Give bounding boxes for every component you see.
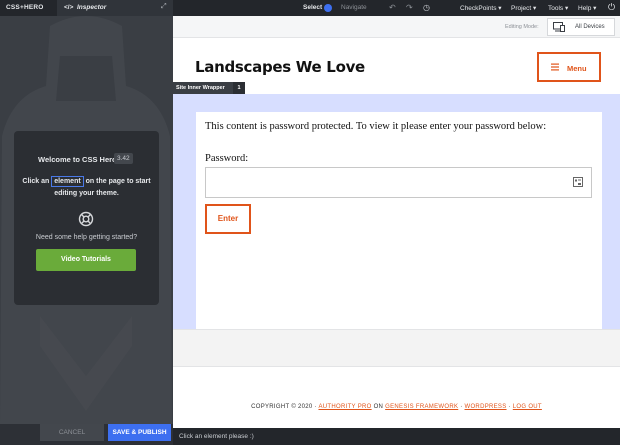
- device-selector[interactable]: All Devices: [547, 18, 615, 36]
- device-label: All Devices: [575, 24, 605, 30]
- status-bar: Click an element please :): [173, 428, 620, 445]
- menu-checkpoints[interactable]: CheckPoints ▾: [460, 4, 502, 12]
- welcome-title: Welcome to CSS Hero: [38, 155, 117, 164]
- menu-button-label: Menu: [567, 64, 587, 73]
- content-area: This content is password protected. To v…: [196, 112, 602, 329]
- editing-mode-bar: Editing Mode: All Devices: [173, 16, 620, 38]
- video-tutorials-button[interactable]: Video Tutorials: [36, 249, 136, 271]
- enter-button[interactable]: Enter: [205, 204, 251, 234]
- top-toolbar: CSS+HERO </> Inspector ⤢ Select Navigate…: [0, 0, 620, 16]
- instruction-line-1: Click an element on the page to start: [22, 176, 151, 187]
- footer-widgets-area: [173, 329, 620, 367]
- select-mode-label: Select: [303, 4, 323, 11]
- menu-project[interactable]: Project ▾: [511, 4, 536, 12]
- protected-message: This content is password protected. To v…: [205, 121, 547, 132]
- expand-icon[interactable]: ⤢: [161, 3, 167, 11]
- genesis-framework-link[interactable]: GENESIS FRAMEWORK: [385, 404, 458, 410]
- help-text: Need some help getting started?: [35, 234, 138, 241]
- navigate-mode-label: Navigate: [341, 4, 367, 11]
- tab-inspector-label: Inspector: [77, 4, 107, 11]
- password-manager-icon[interactable]: [573, 177, 583, 187]
- inspector-panel: Welcome to CSS Hero 3.42 Click an elemen…: [0, 16, 173, 424]
- selector-tag[interactable]: Site Inner Wrapper 1: [173, 82, 245, 94]
- site-inner-wrapper[interactable]: This content is password protected. To v…: [173, 94, 620, 329]
- instruction-line-2: editing your theme.: [54, 190, 119, 197]
- wordpress-link[interactable]: WORDPRESS: [465, 404, 507, 410]
- selector-count: 1: [233, 82, 245, 94]
- css-hero-logo: CSS+HERO: [6, 4, 44, 11]
- log-out-link[interactable]: LOG OUT: [513, 404, 542, 410]
- site-preview: Editing Mode: All Devices Landscapes We …: [173, 16, 620, 428]
- menu-button[interactable]: Menu: [537, 52, 601, 82]
- hamburger-icon: [551, 63, 559, 71]
- menu-help[interactable]: Help ▾: [578, 4, 596, 12]
- tab-inspector[interactable]: </> Inspector ⤢: [57, 0, 173, 16]
- authority-pro-link[interactable]: AUTHORITY PRO: [318, 404, 371, 410]
- version-badge: 3.42: [114, 153, 133, 164]
- menu-tools[interactable]: Tools ▾: [548, 4, 568, 12]
- site-title[interactable]: Landscapes We Love: [195, 58, 365, 76]
- history-icon[interactable]: ◷: [423, 3, 430, 12]
- devices-icon: [553, 22, 565, 32]
- editing-mode-label: Editing Mode:: [505, 24, 539, 30]
- site-footer: COPYRIGHT © 2020 · AUTHORITY PRO ON GENE…: [251, 404, 542, 410]
- redo-icon[interactable]: ↷: [406, 3, 413, 12]
- lifebuoy-icon: [78, 211, 94, 227]
- undo-icon[interactable]: ↶: [389, 3, 396, 12]
- code-icon: </>: [64, 4, 74, 11]
- select-navigate-toggle[interactable]: [324, 4, 332, 12]
- save-publish-button[interactable]: SAVE & PUBLISH: [108, 424, 171, 441]
- password-label: Password:: [205, 153, 249, 164]
- password-input[interactable]: [205, 167, 592, 198]
- element-highlight: element: [51, 176, 84, 187]
- power-icon[interactable]: ⏻: [608, 2, 615, 13]
- cancel-button[interactable]: CANCEL: [40, 424, 104, 441]
- welcome-card: Welcome to CSS Hero 3.42 Click an elemen…: [14, 131, 159, 305]
